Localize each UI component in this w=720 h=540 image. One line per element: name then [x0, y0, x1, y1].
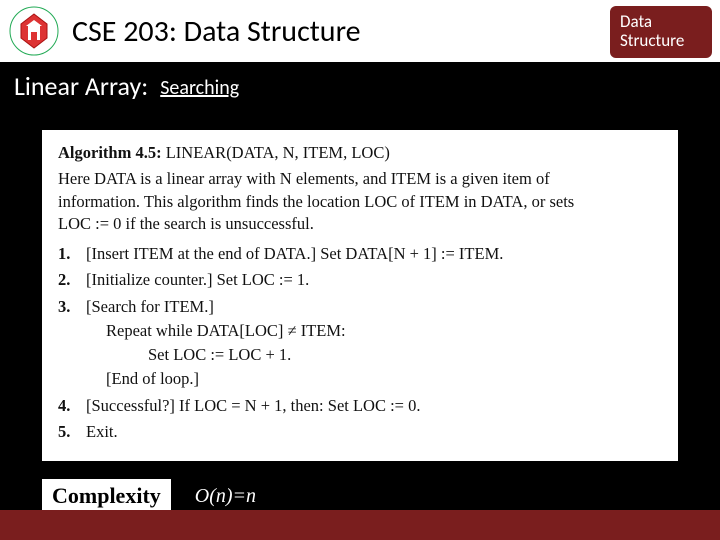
step-number: 3. [58, 296, 86, 318]
title-bar: CSE 203: Data Structure Data Structure [0, 0, 720, 62]
step-number: 2. [58, 269, 86, 291]
step-subtext: [End of loop.] [106, 368, 662, 390]
algorithm-desc-3: LOC := 0 if the search is unsuccessful. [58, 213, 662, 235]
algorithm-title-rest: LINEAR(DATA, N, ITEM, LOC) [162, 143, 390, 162]
step-number: 4. [58, 395, 86, 417]
step-subtext: Repeat while DATA[LOC] ≠ ITEM: [106, 320, 662, 342]
step-text: [Insert ITEM at the end of DATA.] Set DA… [86, 243, 662, 265]
step-text: [Successful?] If LOC = N + 1, then: Set … [86, 395, 662, 417]
step-number: 5. [58, 421, 86, 443]
badge-line2: Structure [620, 32, 684, 51]
algorithm-step: 3. [Search for ITEM.] [58, 296, 662, 318]
subtitle-label: Linear Array: [14, 70, 148, 102]
footer-bar [0, 510, 720, 540]
algorithm-title: Algorithm 4.5: LINEAR(DATA, N, ITEM, LOC… [58, 142, 662, 164]
subtitle-row: Linear Array: Searching [0, 62, 720, 102]
algorithm-title-prefix: Algorithm 4.5: [58, 143, 162, 162]
step-text: Exit. [86, 421, 662, 443]
algorithm-steps: 1. [Insert ITEM at the end of DATA.] Set… [58, 243, 662, 443]
subject-badge: Data Structure [610, 6, 712, 58]
algorithm-box: Algorithm 4.5: LINEAR(DATA, N, ITEM, LOC… [42, 130, 678, 461]
algorithm-desc-2: information. This algorithm finds the lo… [58, 191, 662, 213]
algorithm-step: 1. [Insert ITEM at the end of DATA.] Set… [58, 243, 662, 265]
step-subtext: Set LOC := LOC + 1. [148, 344, 662, 366]
algorithm-step: 4. [Successful?] If LOC = N + 1, then: S… [58, 395, 662, 417]
university-logo-icon [6, 4, 62, 58]
subtitle-topic: Searching [160, 76, 239, 100]
step-number: 1. [58, 243, 86, 265]
complexity-value: O(n)=n [195, 485, 256, 508]
step-text: [Initialize counter.] Set LOC := 1. [86, 269, 662, 291]
complexity-row: Complexity O(n)=n [42, 479, 720, 513]
course-title: CSE 203: Data Structure [72, 13, 361, 50]
step-text: [Search for ITEM.] [86, 296, 662, 318]
algorithm-step: 5. Exit. [58, 421, 662, 443]
algorithm-desc-1: Here DATA is a linear array with N eleme… [58, 168, 662, 190]
complexity-label: Complexity [42, 479, 171, 513]
algorithm-step: 2. [Initialize counter.] Set LOC := 1. [58, 269, 662, 291]
